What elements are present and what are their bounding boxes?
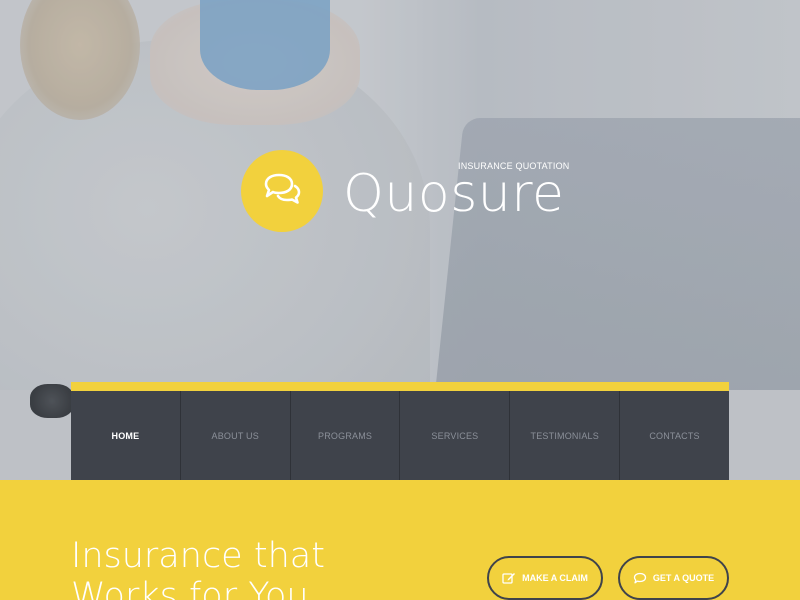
nav-item-home[interactable]: HOME	[71, 391, 181, 480]
get-a-quote-button[interactable]: GET A QUOTE	[618, 556, 729, 600]
promo-heading-line-1: Insurance that	[71, 536, 325, 576]
promo-heading-line-2: Works for You	[71, 576, 309, 600]
nav-item-about-us[interactable]: ABOUT US	[181, 391, 291, 480]
make-a-claim-button[interactable]: MAKE A CLAIM	[487, 556, 603, 600]
logo-name: Quosure	[343, 164, 565, 224]
logo-badge	[241, 150, 323, 232]
promo-section: Insurance that Works for You MAKE A CLAI…	[0, 480, 800, 600]
main-navigation: HOME ABOUT US PROGRAMS SERVICES TESTIMON…	[71, 382, 729, 480]
get-a-quote-label: GET A QUOTE	[652, 573, 715, 583]
site-logo[interactable]: INSURANCE QUOTATION Quosure	[241, 150, 571, 232]
nav-item-programs[interactable]: PROGRAMS	[291, 391, 401, 480]
nav-item-testimonials[interactable]: TESTIMONIALS	[510, 391, 621, 480]
nav-item-services[interactable]: SERVICES	[400, 391, 511, 480]
nav-accent-bar	[71, 382, 729, 391]
chat-bubble-icon	[633, 572, 647, 584]
chat-bubbles-icon	[262, 172, 302, 211]
nav-item-contacts[interactable]: CONTACTS	[620, 391, 729, 480]
nav-items: HOME ABOUT US PROGRAMS SERVICES TESTIMON…	[71, 391, 729, 480]
promo-heading: Insurance that Works for You	[71, 536, 471, 600]
make-a-claim-label: MAKE A CLAIM	[522, 573, 588, 583]
edit-icon	[502, 572, 516, 584]
